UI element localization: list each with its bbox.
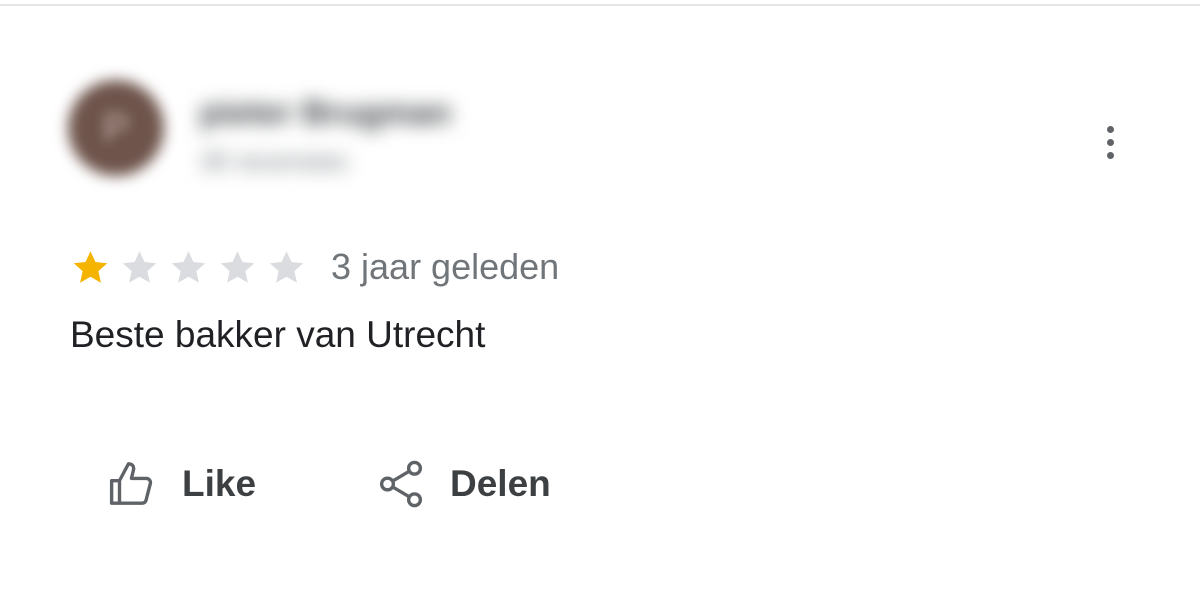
avatar-initial: P [102, 106, 130, 150]
like-label: Like [182, 463, 257, 504]
star-filled-icon [73, 250, 108, 283]
more-options-button[interactable] [1090, 118, 1130, 166]
star-empty-icon [171, 250, 206, 283]
review-date: 3 jaar geleden [331, 246, 560, 287]
reviewer-name[interactable]: pieter Brugman [200, 94, 451, 133]
reviewer-review-count: 30 recensies [200, 146, 348, 176]
review-text: Beste bakker van Utrecht [70, 314, 486, 355]
star-rating [70, 247, 307, 288]
more-vert-icon [1106, 125, 1114, 133]
star-empty-icon [220, 250, 255, 283]
star-empty-icon [269, 250, 304, 283]
share-icon [379, 460, 423, 508]
star-empty-icon [122, 250, 157, 283]
review-card: P pieter Brugman 30 recensies 3 jaar gel… [0, 4, 1200, 606]
rating-row: 3 jaar geleden [70, 242, 559, 292]
thumbs-up-icon [109, 462, 153, 505]
like-button[interactable]: Like [106, 454, 256, 514]
share-label: Delen [450, 463, 551, 504]
share-button[interactable]: Delen [374, 454, 551, 514]
